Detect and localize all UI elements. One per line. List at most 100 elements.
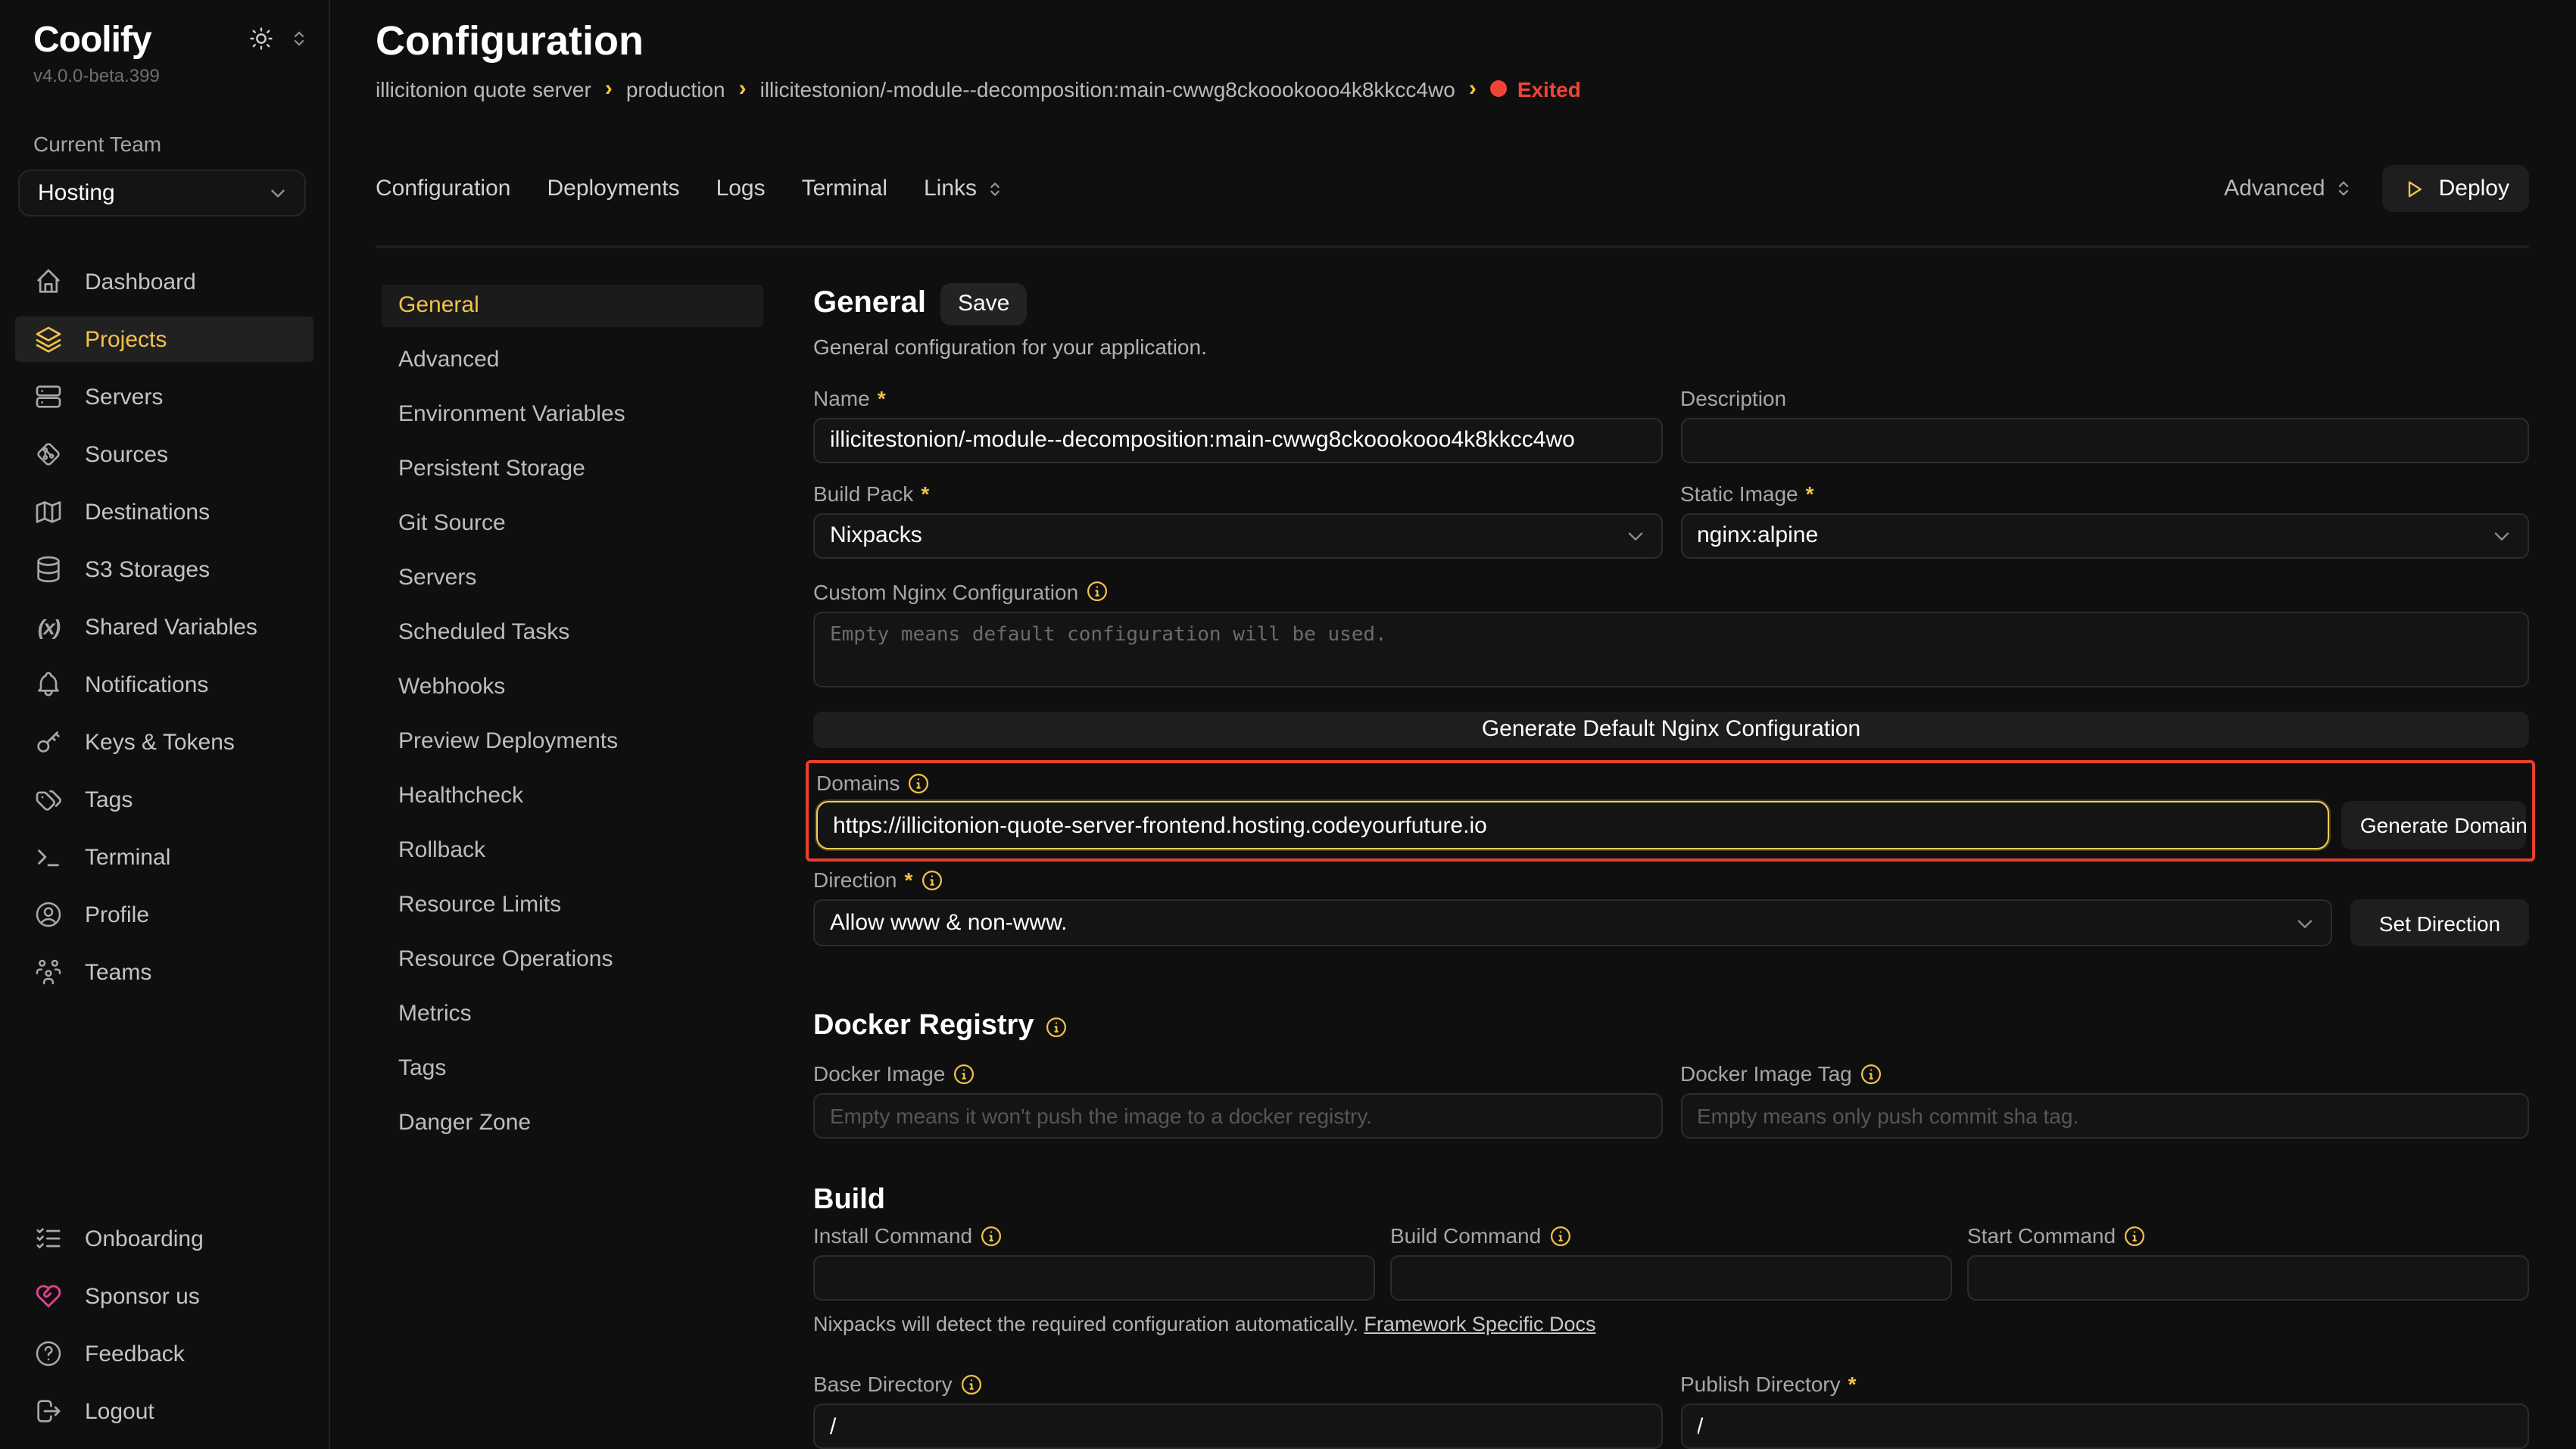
theme-selector-icon[interactable] — [288, 27, 310, 50]
breadcrumb-environment[interactable]: production — [626, 77, 725, 101]
sidebar-item-notifications[interactable]: Notifications — [15, 662, 313, 707]
start-command-input[interactable] — [1967, 1255, 2529, 1301]
breadcrumb-project[interactable]: illicitonion quote server — [376, 77, 591, 101]
sidebar: Coolify v4.0.0-beta.399 Current Team Hos… — [0, 0, 330, 1449]
sidebar-item-label: Onboarding — [85, 1226, 204, 1251]
subnav-item-metrics[interactable]: Metrics — [382, 993, 763, 1036]
info-icon[interactable] — [1044, 1015, 1067, 1038]
subnav-item-general[interactable]: General — [382, 285, 763, 327]
info-icon[interactable] — [1860, 1062, 1882, 1085]
subnav-item-danger-zone[interactable]: Danger Zone — [382, 1102, 763, 1145]
framework-docs-link[interactable]: Framework Specific Docs — [1364, 1313, 1595, 1335]
subnav-item-advanced[interactable]: Advanced — [382, 339, 763, 382]
sidebar-item-projects[interactable]: Projects — [15, 316, 313, 362]
main-content: Configuration illicitonion quote server … — [330, 0, 2576, 1449]
nginx-config-textarea[interactable] — [813, 612, 2529, 687]
app-version: v4.0.0-beta.399 — [33, 65, 313, 86]
app-logo[interactable]: Coolify — [33, 21, 151, 61]
generate-nginx-button[interactable]: Generate Default Nginx Configuration — [813, 712, 2529, 748]
tab-terminal[interactable]: Terminal — [802, 176, 887, 202]
deploy-button[interactable]: Deploy — [2383, 166, 2529, 213]
info-icon[interactable] — [980, 1224, 1003, 1247]
tab-configuration[interactable]: Configuration — [376, 176, 510, 202]
sidebar-item-onboarding[interactable]: Onboarding — [15, 1216, 313, 1261]
info-icon[interactable] — [1086, 581, 1109, 603]
subnav-item-git-source[interactable]: Git Source — [382, 503, 763, 545]
sidebar-item-destinations[interactable]: Destinations — [15, 489, 313, 534]
subnav-item-environment-variables[interactable]: Environment Variables — [382, 394, 763, 436]
tab-links-label: Links — [924, 176, 977, 202]
subnav-item-preview-deployments[interactable]: Preview Deployments — [382, 721, 763, 763]
sidebar-item-terminal[interactable]: Terminal — [15, 834, 313, 880]
publish-directory-input[interactable] — [1680, 1404, 2529, 1449]
key-icon — [33, 727, 64, 757]
domains-input[interactable] — [816, 801, 2330, 849]
build-command-input[interactable] — [1390, 1255, 1952, 1301]
static-image-select[interactable]: nginx:alpine — [1680, 513, 2529, 559]
generate-domain-button[interactable]: Generate Domain — [2342, 801, 2526, 849]
subnav-item-resource-limits[interactable]: Resource Limits — [382, 884, 763, 927]
play-icon — [2403, 177, 2427, 201]
subnav-item-tags[interactable]: Tags — [382, 1048, 763, 1090]
help-circle-icon — [33, 1338, 64, 1369]
set-direction-button[interactable]: Set Direction — [2350, 899, 2529, 946]
subnav-item-healthcheck[interactable]: Healthcheck — [382, 775, 763, 818]
sidebar-item-teams[interactable]: Teams — [15, 949, 313, 995]
build-pack-select[interactable]: Nixpacks — [813, 513, 1662, 559]
tab-bar: Configuration Deployments Logs Terminal … — [376, 167, 2529, 212]
info-icon[interactable] — [920, 868, 943, 891]
chevron-down-icon — [267, 182, 289, 204]
database-icon — [33, 554, 64, 584]
info-icon[interactable] — [1548, 1224, 1571, 1247]
sidebar-item-s3-storages[interactable]: S3 Storages — [15, 547, 313, 592]
info-icon[interactable] — [908, 771, 931, 794]
subnav-item-persistent-storage[interactable]: Persistent Storage — [382, 448, 763, 491]
name-input[interactable] — [813, 418, 1662, 463]
checklist-icon — [33, 1223, 64, 1254]
build-command-label: Build Command — [1390, 1223, 1541, 1248]
sidebar-item-feedback[interactable]: Feedback — [15, 1331, 313, 1376]
sidebar-item-servers[interactable]: Servers — [15, 374, 313, 419]
subnav-item-scheduled-tasks[interactable]: Scheduled Tasks — [382, 612, 763, 654]
domains-label: Domains — [816, 771, 900, 795]
sidebar-item-label: Sources — [85, 441, 168, 467]
advanced-menu[interactable]: Advanced — [2224, 176, 2355, 202]
sidebar-item-shared-variables[interactable]: (x)Shared Variables — [15, 604, 313, 650]
terminal-icon — [33, 842, 64, 872]
sidebar-item-label: Tags — [85, 787, 133, 812]
sidebar-item-keys-tokens[interactable]: Keys & Tokens — [15, 719, 313, 765]
info-icon[interactable] — [953, 1062, 975, 1085]
tab-links[interactable]: Links — [924, 176, 1006, 202]
sidebar-item-dashboard[interactable]: Dashboard — [15, 259, 313, 304]
info-icon[interactable] — [960, 1373, 983, 1395]
sidebar-item-profile[interactable]: Profile — [15, 892, 313, 937]
install-command-input[interactable] — [813, 1255, 1375, 1301]
docker-registry-heading: Docker Registry — [813, 1010, 1034, 1043]
info-icon[interactable] — [2123, 1224, 2146, 1247]
section-title-docker-registry: Docker Registry — [813, 1010, 2529, 1043]
subnav-item-webhooks[interactable]: Webhooks — [382, 666, 763, 709]
docker-image-tag-input[interactable] — [1680, 1093, 2529, 1139]
subnav-item-resource-operations[interactable]: Resource Operations — [382, 939, 763, 981]
team-select[interactable]: Hosting — [18, 170, 306, 217]
sidebar-item-label: Sponsor us — [85, 1283, 200, 1309]
static-image-value: nginx:alpine — [1697, 523, 1818, 549]
description-input[interactable] — [1680, 418, 2529, 463]
breadcrumb-application[interactable]: illicitestonion/-module--decomposition:m… — [760, 77, 1455, 101]
theme-sun-icon[interactable] — [248, 26, 274, 51]
tab-deployments[interactable]: Deployments — [547, 176, 679, 202]
subnav-item-rollback[interactable]: Rollback — [382, 830, 763, 872]
tab-logs[interactable]: Logs — [716, 176, 766, 202]
sidebar-item-sources[interactable]: Sources — [15, 432, 313, 477]
sidebar-item-tags[interactable]: Tags — [15, 777, 313, 822]
logout-icon — [33, 1396, 64, 1426]
sidebar-item-label: Profile — [85, 902, 149, 927]
direction-select[interactable]: Allow www & non-www. — [813, 899, 2332, 946]
docker-image-input[interactable] — [813, 1093, 1662, 1139]
base-directory-input[interactable] — [813, 1404, 1662, 1449]
sidebar-item-logout[interactable]: Logout — [15, 1388, 313, 1434]
sidebar-item-sponsor[interactable]: Sponsor us — [15, 1273, 313, 1319]
save-button[interactable]: Save — [941, 283, 1026, 326]
chevron-down-icon — [2293, 911, 2317, 935]
subnav-item-servers[interactable]: Servers — [382, 557, 763, 600]
